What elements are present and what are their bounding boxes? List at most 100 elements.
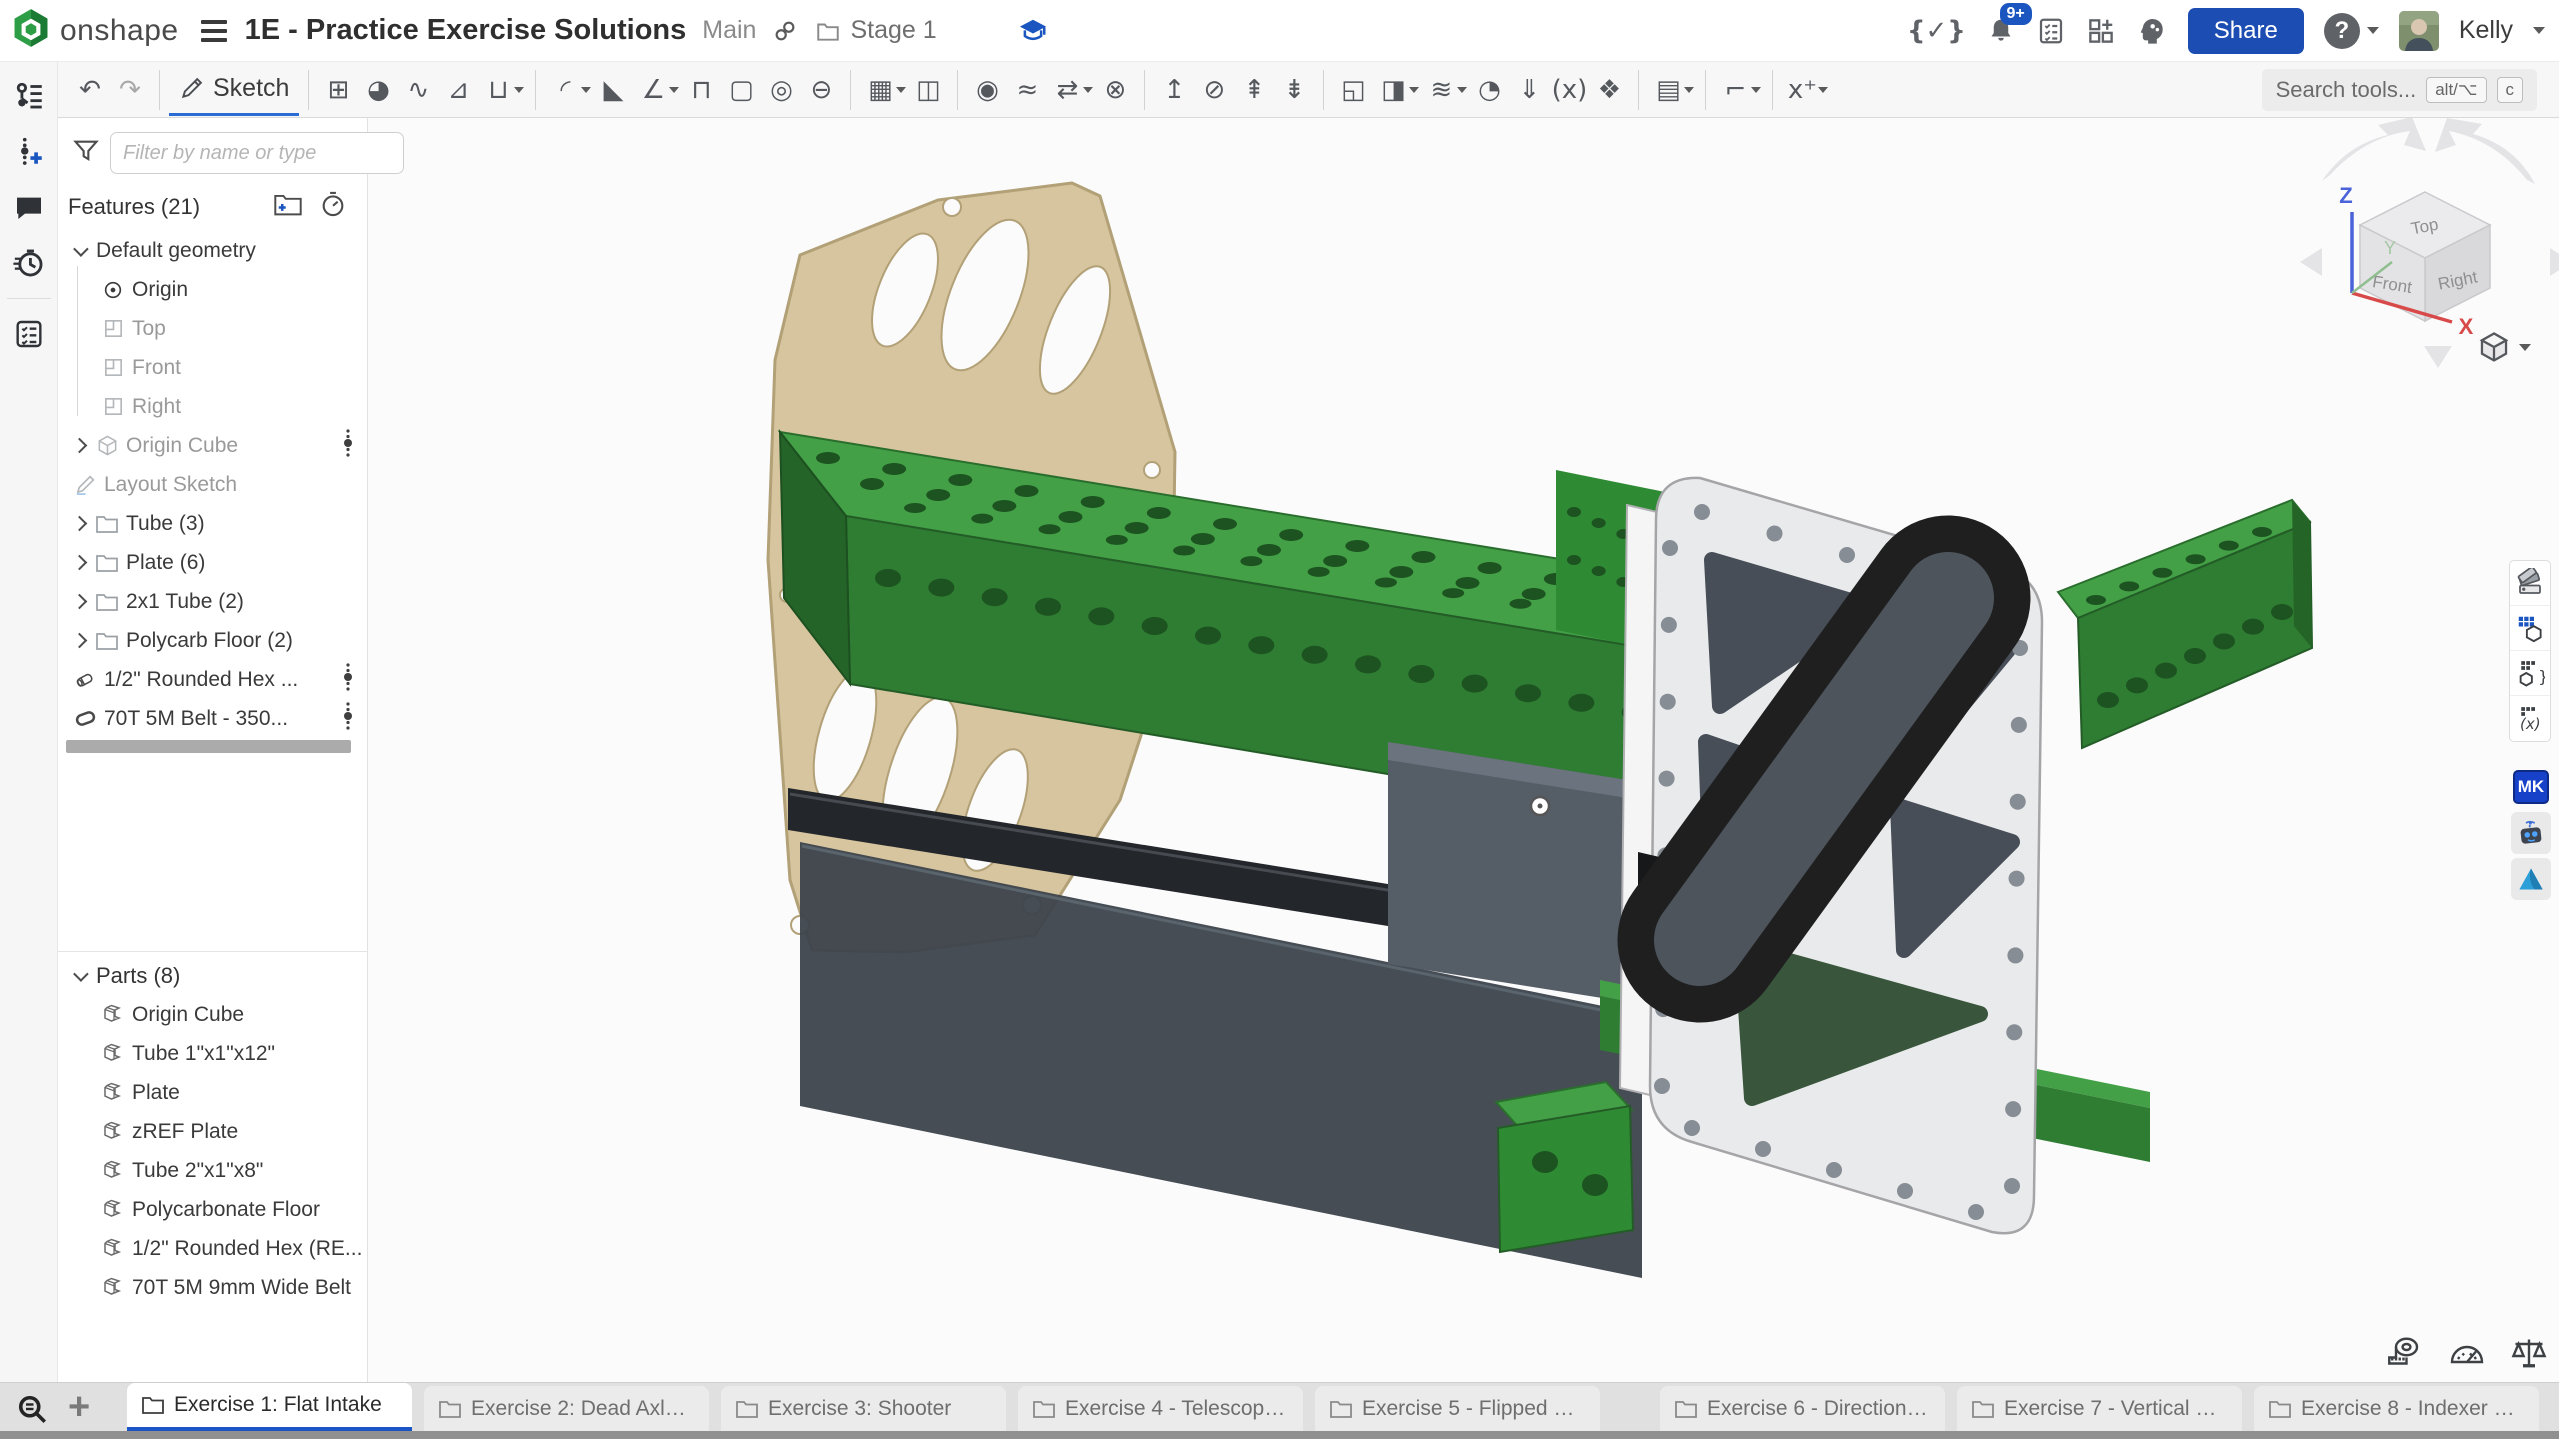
toolbar-extrude-icon[interactable]: ⊞ <box>318 68 358 112</box>
toolbar-helix-caret-icon[interactable] <box>1457 87 1467 93</box>
chevron-right-icon[interactable] <box>66 635 92 646</box>
share-button[interactable]: Share <box>2188 8 2304 54</box>
document-menu-icon[interactable] <box>201 20 227 42</box>
toolbar-custom-feature-icon[interactable]: x⁺ <box>1782 68 1822 112</box>
toolbar-boss-icon[interactable]: ⌐ <box>1715 68 1755 112</box>
part-item-plate[interactable]: Plate <box>58 1073 367 1112</box>
feature-item-default-geometry[interactable]: Default geometry <box>58 231 367 270</box>
toolbar-surface-icon[interactable]: ≈ <box>1007 68 1047 112</box>
tab-search-icon[interactable] <box>14 1391 50 1432</box>
part-item-70t-5m-9mm-wide-belt[interactable]: 70T 5M 9mm Wide Belt <box>58 1268 367 1307</box>
viewport[interactable]: Top Front Right Z X Y <box>368 118 2559 1382</box>
toolbar-fillet-icon[interactable]: ◜ <box>545 68 585 112</box>
toolbar-chamfer-icon[interactable]: ◣ <box>593 68 633 112</box>
toolbar-circular-pattern-icon[interactable]: ◔ <box>1469 68 1509 112</box>
tab-exercise-7-vertical-rol[interactable]: Exercise 7 - Vertical Rol... <box>1957 1386 2242 1432</box>
named-views-icon[interactable] <box>2510 606 2550 651</box>
toolbar-delete-part-icon[interactable]: ⊗ <box>1095 68 1135 112</box>
tab-exercise-4-telescopin[interactable]: Exercise 4 - Telescopin... <box>1018 1386 1303 1432</box>
learning-center-icon[interactable] <box>1017 16 1049 46</box>
comments-icon[interactable] <box>8 186 50 228</box>
feature-item-right[interactable]: Right <box>58 387 367 426</box>
tab-exercise-5-flipped-ge[interactable]: Exercise 5 - Flipped Ge... <box>1315 1386 1600 1432</box>
rollback-bar[interactable] <box>66 740 351 753</box>
chevron-down-icon[interactable] <box>66 970 92 981</box>
new-folder-icon[interactable] <box>273 191 303 222</box>
toolbar-offset-surface-icon[interactable]: ⇞ <box>1234 68 1274 112</box>
mass-properties-icon[interactable] <box>2509 1335 2549 1376</box>
chevron-right-icon[interactable] <box>66 596 92 607</box>
chevron-right-icon[interactable] <box>66 518 92 529</box>
toolbar-custom-feature-caret-icon[interactable] <box>1818 87 1828 93</box>
part-item-tube-2-x1-x8[interactable]: Tube 2"x1"x8" <box>58 1151 367 1190</box>
toolbar-revolve-icon[interactable]: ◕ <box>358 68 398 112</box>
add-tab-button[interactable]: + <box>68 1385 90 1429</box>
chevron-right-icon[interactable] <box>66 440 92 451</box>
help-caret-icon[interactable] <box>2367 27 2379 34</box>
toolbar-rib-icon[interactable]: ⊓ <box>681 68 721 112</box>
feature-item-plate-6[interactable]: Plate (6) <box>58 543 367 582</box>
tab-exercise-8-indexer-ce[interactable]: Exercise 8 - Indexer Ce... <box>2254 1386 2539 1432</box>
model-green-tube-right[interactable] <box>2058 500 2312 748</box>
sketch-button[interactable]: Sketch <box>169 64 299 116</box>
filter-funnel-icon[interactable] <box>72 137 100 170</box>
featurescript-icon[interactable]: {✓} <box>1907 16 1966 46</box>
toolbar-undo-icon[interactable]: ↶ <box>70 68 110 112</box>
feature-list-icon[interactable] <box>8 74 50 116</box>
toolbar-pattern-icon[interactable]: ▤ <box>1648 68 1688 112</box>
tape-measure-icon[interactable] <box>2385 1335 2425 1376</box>
feature-item-origin-cube[interactable]: Origin Cube <box>58 426 367 465</box>
part-item-origin-cube[interactable]: Origin Cube <box>58 995 367 1034</box>
part-item-tube-1-x1-x12[interactable]: Tube 1"x1"x12" <box>58 1034 367 1073</box>
feature-item-polycarb-floor-2[interactable]: Polycarb Floor (2) <box>58 621 367 660</box>
tab-exercise-6-direction-s[interactable]: Exercise 6 - Direction S... <box>1660 1386 1945 1432</box>
toolbar-intersect-icon[interactable]: ◉ <box>967 68 1007 112</box>
document-title[interactable]: 1E - Practice Exercise Solutions <box>245 14 687 47</box>
branch-name[interactable]: Main <box>702 16 756 45</box>
chevron-down-icon[interactable] <box>66 245 92 256</box>
feature-item-top[interactable]: Top <box>58 309 367 348</box>
toolbar-boss-caret-icon[interactable] <box>1751 87 1761 93</box>
tab-exercise-1-flat-intake[interactable]: Exercise 1: Flat Intake <box>127 1383 412 1432</box>
user-avatar[interactable] <box>2399 11 2439 51</box>
history-icon[interactable] <box>8 242 50 284</box>
filter-input[interactable] <box>110 132 404 174</box>
toolbar-delete-face-icon[interactable]: ⊘ <box>1194 68 1234 112</box>
view-options-button[interactable] <box>2477 330 2531 364</box>
toolbar-thicken-caret-icon[interactable] <box>514 87 524 93</box>
toolbar-sweep-icon[interactable]: ∿ <box>398 68 438 112</box>
toolbar-pattern-caret-icon[interactable] <box>1684 87 1694 93</box>
toolbar-import-icon[interactable]: ⇓ <box>1509 68 1549 112</box>
workspace-name[interactable]: Stage 1 <box>850 16 936 45</box>
feature-item-origin[interactable]: Origin <box>58 270 367 309</box>
ai-advisor-icon[interactable] <box>2136 15 2168 47</box>
viewport-canvas[interactable]: Top Front Right Z X Y <box>368 118 2559 1382</box>
suppress-handle-icon[interactable] <box>343 701 353 736</box>
toolbar-transform-icon[interactable]: ⇄ <box>1047 68 1087 112</box>
parts-header-row[interactable]: Parts (8) <box>58 956 367 995</box>
robot-app-icon[interactable] <box>2511 812 2551 854</box>
feature-item-front[interactable]: Front <box>58 348 367 387</box>
toolbar-linear-pattern-icon[interactable]: ⊖ <box>801 68 841 112</box>
toolbar-transform-caret-icon[interactable] <box>1083 87 1093 93</box>
appearance-panel-icon[interactable] <box>2510 561 2550 606</box>
toolbar-split-icon[interactable]: ◫ <box>908 68 948 112</box>
feature-item-1-2-rounded-hex[interactable]: 1/2" Rounded Hex ... <box>58 660 367 699</box>
toolbar-shell-icon[interactable]: ▢ <box>721 68 761 112</box>
viewport-origin-marker[interactable] <box>1531 797 1549 815</box>
toolbar-plane-icon[interactable]: ◱ <box>1333 68 1373 112</box>
toolbar-variables-icon[interactable]: (x) <box>1549 68 1589 112</box>
toolbar-instances-icon[interactable]: ❖ <box>1589 68 1629 112</box>
model-green-cube[interactable] <box>1496 1082 1633 1252</box>
chevron-right-icon[interactable] <box>66 557 92 568</box>
feature-item-70t-5m-belt-350[interactable]: 70T 5M Belt - 350... <box>58 699 367 738</box>
link-icon[interactable] <box>772 18 798 44</box>
user-name[interactable]: Kelly <box>2459 16 2513 45</box>
tab-exercise-2-dead-axle-r[interactable]: Exercise 2: Dead Axle R... <box>424 1386 709 1432</box>
feature-timer-icon[interactable] <box>319 190 347 223</box>
tasks-checklist-icon[interactable] <box>2036 15 2066 47</box>
tab-exercise-3-shooter[interactable]: Exercise 3: Shooter <box>721 1386 1006 1432</box>
toolbar-draft-icon[interactable]: ∠ <box>633 68 673 112</box>
toolbar-helix-icon[interactable]: ≋ <box>1421 68 1461 112</box>
insert-icon[interactable] <box>8 130 50 172</box>
